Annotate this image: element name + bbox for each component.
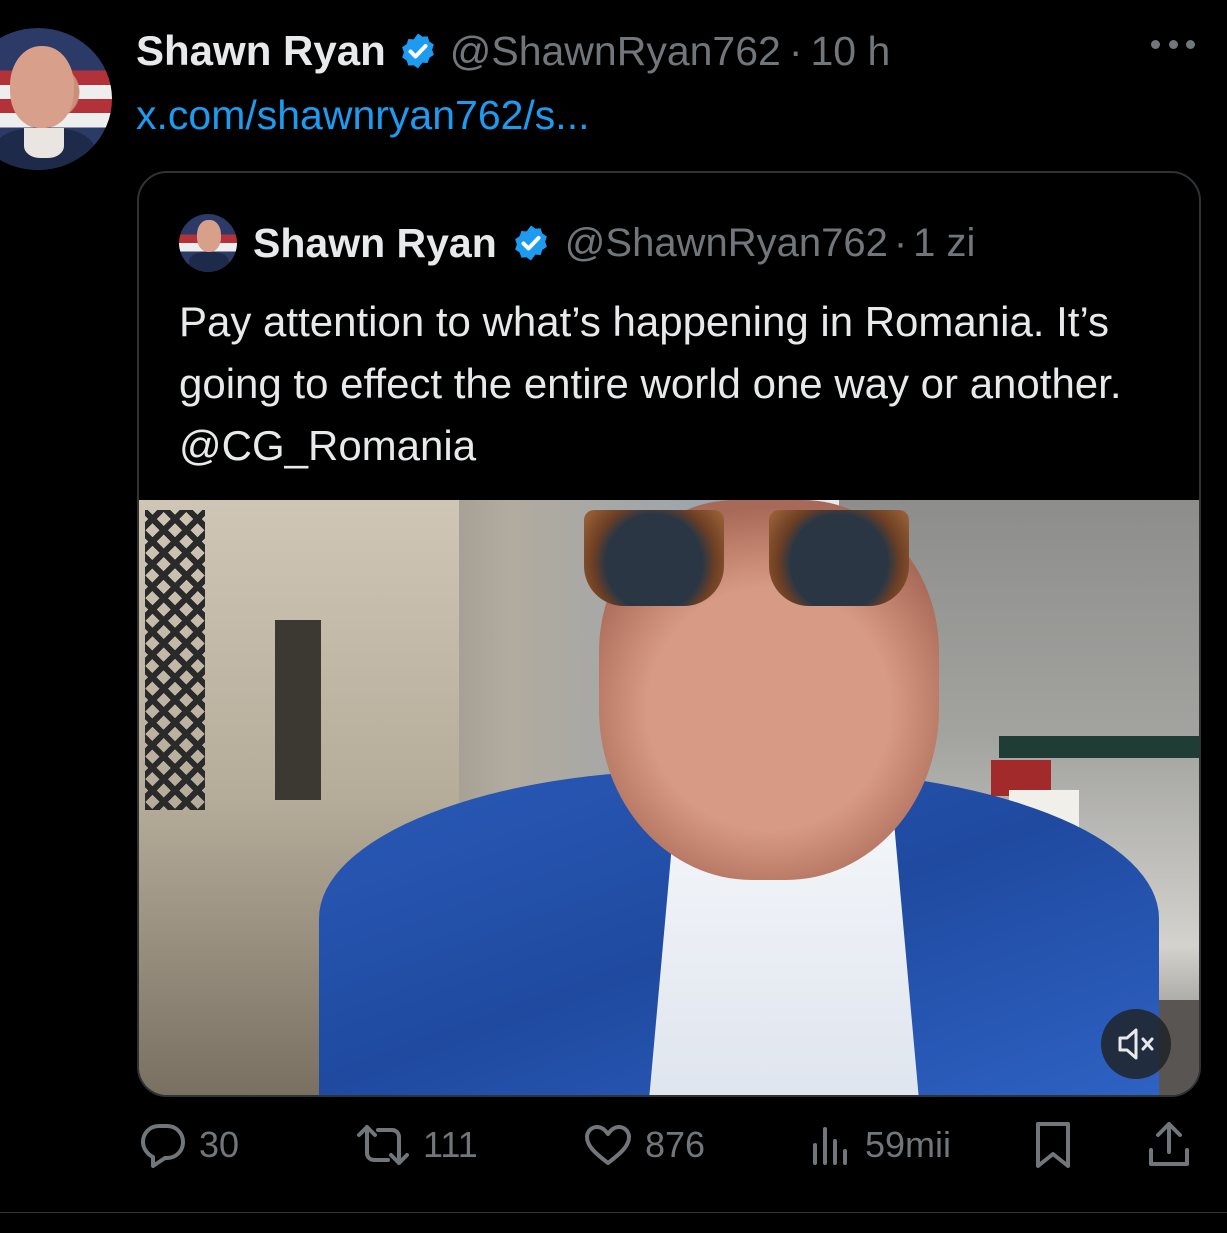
tweet-timestamp[interactable]: 10 h [811, 28, 891, 75]
divider [0, 1212, 1227, 1213]
avatar-collar [24, 128, 64, 158]
author-handle[interactable]: @ShawnRyan762 [450, 28, 781, 75]
verified-icon [514, 225, 547, 261]
repost-button[interactable]: 111 [355, 1117, 478, 1173]
quoted-text: Pay attention to what’s happening in Rom… [179, 298, 1122, 469]
verified-icon [401, 33, 434, 69]
views-button[interactable]: 59mii [809, 1117, 951, 1173]
quoted-author-name[interactable]: Shawn Ryan [253, 220, 497, 267]
mute-icon [1118, 1028, 1154, 1060]
reply-icon [141, 1124, 185, 1168]
action-bar: 30 111 876 59mii [137, 1117, 1197, 1173]
more-dot [1151, 39, 1160, 49]
repost-count: 111 [423, 1124, 478, 1165]
mute-button[interactable] [1101, 1009, 1171, 1079]
like-button[interactable]: 876 [583, 1117, 705, 1173]
quoted-avatar[interactable] [179, 214, 237, 272]
separator-dot: · [893, 220, 908, 265]
more-dot [1186, 39, 1195, 49]
video-sunglasses-left [584, 510, 724, 606]
video-door [275, 620, 321, 800]
views-count: 59mii [865, 1124, 952, 1165]
quoted-tweet[interactable]: Shawn Ryan @ShawnRyan762 · 1 zi Pay atte… [137, 171, 1201, 1097]
views-icon [813, 1127, 847, 1165]
video-player[interactable] [139, 500, 1199, 1095]
separator-dot: · [788, 27, 803, 74]
reply-button[interactable]: 30 [139, 1117, 239, 1173]
video-window-grille [145, 510, 205, 810]
quoted-author-handle[interactable]: @ShawnRyan762 [565, 221, 888, 266]
bookmark-button[interactable] [1033, 1117, 1085, 1173]
share-button[interactable] [1145, 1117, 1205, 1173]
like-icon [585, 1125, 631, 1165]
tweet-header: Shawn Ryan @ShawnRyan762 · 10 h [136, 26, 890, 76]
quoted-timestamp[interactable]: 1 zi [913, 221, 975, 266]
like-count: 876 [645, 1124, 706, 1165]
repost-icon [357, 1125, 409, 1165]
author-name[interactable]: Shawn Ryan [136, 27, 386, 75]
quoted-avatar-shirt [189, 252, 229, 272]
reply-count: 30 [199, 1124, 240, 1165]
quoted-header: Shawn Ryan @ShawnRyan762 · 1 zi [179, 214, 975, 272]
author-avatar[interactable] [0, 28, 112, 170]
avatar-face [10, 46, 74, 128]
share-icon [1149, 1122, 1189, 1166]
video-person [319, 500, 1159, 1095]
more-dot [1168, 39, 1178, 49]
tweet-link[interactable]: x.com/shawnryan762/s... [136, 92, 589, 139]
video-sunglasses-right [769, 510, 909, 606]
more-icon[interactable] [1151, 34, 1195, 54]
bookmark-icon [1036, 1122, 1070, 1168]
quoted-avatar-face [197, 220, 221, 252]
